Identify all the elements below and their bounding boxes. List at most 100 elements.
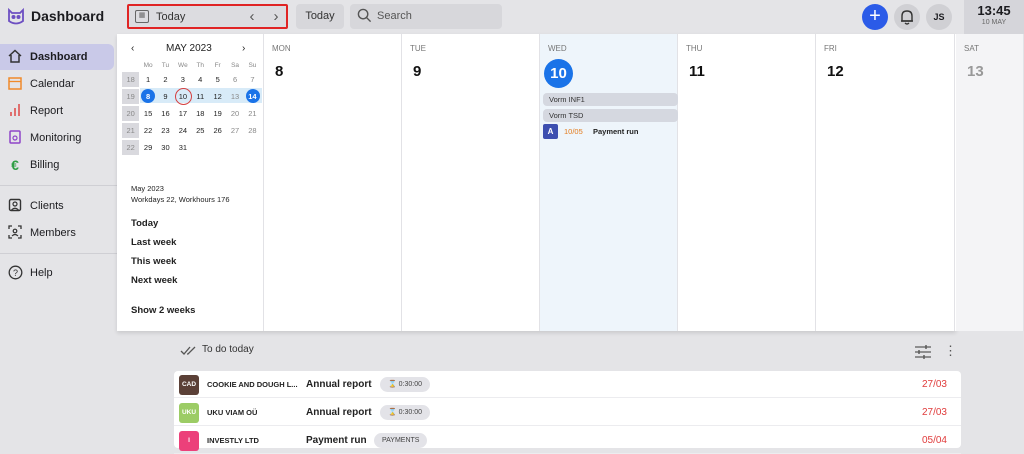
week-number[interactable]: 21 [122, 123, 140, 138]
day-cell[interactable]: 31 [174, 140, 191, 155]
sidebar-item-report[interactable]: Report [0, 98, 114, 124]
day-cell[interactable]: 12 [209, 89, 226, 104]
week-number[interactable]: 20 [122, 106, 140, 121]
day-column-wed[interactable]: WED 10 Vorm INF1 Vorm TSD A 10/05 Paymen… [540, 34, 678, 331]
day-cell[interactable]: 11 [192, 89, 209, 104]
day-cell[interactable]: 23 [157, 123, 174, 138]
day-cell[interactable]: 1 [139, 72, 156, 87]
today-button[interactable]: Today [296, 4, 344, 29]
event-vorm-tsd[interactable]: Vorm TSD [543, 109, 678, 122]
table-row[interactable]: CAD COOKIE AND DOUGH L... Annual report … [174, 371, 961, 398]
day-number: 5 [215, 75, 220, 84]
day-cell[interactable]: 19 [209, 106, 226, 121]
day-cell[interactable]: 7 [244, 72, 261, 87]
day-cell[interactable]: 18 [192, 106, 209, 121]
day-name: WED [548, 44, 567, 53]
sidebar-divider [0, 253, 117, 254]
day-cell[interactable]: 30 [157, 140, 174, 155]
week-number[interactable]: 22 [122, 140, 140, 155]
day-name: TUE [410, 44, 426, 53]
day-cell[interactable]: 9 [157, 89, 174, 104]
day-cell[interactable]: 5 [209, 72, 226, 87]
quick-next-week[interactable]: Next week [131, 275, 177, 286]
day-cell[interactable]: 27 [226, 123, 243, 138]
mini-calendar: ‹ MAY 2023 › Mo Tu We Th Fr Sa Su 18 1 2 3 4 5 6 7 19 8… [117, 34, 264, 331]
due-date: 05/04 [921, 435, 947, 446]
day-cell[interactable]: 17 [174, 106, 191, 121]
sidebar-item-calendar[interactable]: Calendar [0, 71, 114, 97]
day-cell[interactable]: 4 [192, 72, 209, 87]
day-cell[interactable]: 29 [139, 140, 156, 155]
owl-logo-icon[interactable] [6, 7, 26, 27]
sidebar-item-billing[interactable]: € Billing [0, 152, 114, 178]
table-row[interactable]: UKU UKU VIAM OÜ Annual report ⌛ 0:30:00 … [174, 399, 961, 426]
day-cell[interactable]: 22 [139, 123, 156, 138]
sidebar-item-members[interactable]: Members [0, 220, 114, 246]
day-cell[interactable]: 24 [174, 123, 191, 138]
day-name: SAT [964, 44, 979, 53]
day-cell[interactable]: 2 [157, 72, 174, 87]
day-cell[interactable]: 16 [157, 106, 174, 121]
day-column-thu[interactable]: THU 11 [678, 34, 816, 331]
sidebar-item-dashboard[interactable]: Dashboard [0, 44, 114, 70]
next-month-icon[interactable]: › [242, 43, 245, 54]
add-button[interactable]: + [862, 4, 888, 30]
day-cell[interactable]: 6 [226, 72, 243, 87]
quick-this-week[interactable]: This week [131, 256, 176, 267]
quick-last-week[interactable]: Last week [131, 237, 176, 248]
day-number: 22 [143, 126, 153, 135]
day-cell[interactable]: 26 [209, 123, 226, 138]
prev-arrow-icon[interactable]: ‹ [246, 8, 258, 25]
date-navigator[interactable]: ▦ Today ‹ › [127, 4, 288, 29]
sidebar-item-label: Billing [30, 159, 60, 171]
task-title: Annual report [306, 407, 372, 418]
company-avatar: UKU [179, 403, 199, 423]
sidebar-item-help[interactable]: ? Help [0, 260, 114, 286]
day-column-mon[interactable]: MON 8 [264, 34, 402, 331]
assignee-badge: A [543, 124, 558, 139]
mini-calendar-grid: Mo Tu We Th Fr Sa Su 18 1 2 3 4 5 6 7 19 8 9 10 11 12 13 14 20… [122, 60, 262, 156]
duration-value: 0:30:00 [398, 409, 423, 416]
day-cell[interactable]: 25 [192, 123, 209, 138]
day-column-fri[interactable]: FRI 12 [816, 34, 955, 331]
sidebar-item-label: Dashboard [30, 51, 88, 63]
more-options-icon[interactable]: ⋮ [944, 343, 957, 359]
prev-month-icon[interactable]: ‹ [131, 43, 134, 54]
day-column-sat[interactable]: SAT 13 [956, 34, 1024, 331]
day-cell[interactable]: 8 [139, 89, 156, 104]
day-cell[interactable]: 14 [244, 89, 261, 104]
day-cell[interactable]: 13 [226, 89, 243, 104]
week-row: 22 29 30 31 [122, 139, 261, 156]
filter-sliders-icon[interactable] [914, 344, 932, 360]
sidebar-item-label: Members [30, 227, 76, 239]
date-label[interactable]: Today [156, 11, 185, 23]
week-number[interactable]: 19 [122, 89, 140, 104]
table-row[interactable]: I INVESTLY LTD Payment run PAYMENTS 05/0… [174, 427, 961, 454]
quick-today[interactable]: Today [131, 218, 158, 229]
search-input[interactable]: Search [350, 4, 502, 29]
task-payment-run[interactable]: A 10/05 Payment run [543, 124, 678, 140]
event-vorm-inf1[interactable]: Vorm INF1 [543, 93, 678, 106]
day-date: 13 [967, 63, 984, 80]
day-column-tue[interactable]: TUE 9 [402, 34, 540, 331]
members-icon [7, 225, 23, 241]
notifications-button[interactable] [894, 4, 920, 30]
day-cell[interactable]: 21 [244, 106, 261, 121]
day-cell[interactable]: 3 [174, 72, 191, 87]
quick-show-2-weeks[interactable]: Show 2 weeks [131, 305, 195, 316]
avatar[interactable]: JS [926, 4, 952, 30]
day-cell[interactable]: 20 [226, 106, 243, 121]
weekday-header-row: Mo Tu We Th Fr Sa Su [122, 60, 261, 71]
week-row: 19 8 9 10 11 12 13 14 [122, 88, 262, 105]
sidebar-item-clients[interactable]: Clients [0, 193, 114, 219]
week-number[interactable]: 18 [122, 72, 140, 87]
company-avatar: I [179, 431, 199, 451]
app-title: Dashboard [31, 8, 105, 24]
day-cell[interactable]: 28 [244, 123, 261, 138]
sidebar-item-monitoring[interactable]: Monitoring [0, 125, 114, 151]
day-cell[interactable]: 15 [139, 106, 156, 121]
next-arrow-icon[interactable]: › [270, 8, 282, 25]
day-cell[interactable]: 10 [174, 88, 193, 105]
day-number: 1 [146, 75, 151, 84]
task-name: Payment run [593, 127, 639, 136]
